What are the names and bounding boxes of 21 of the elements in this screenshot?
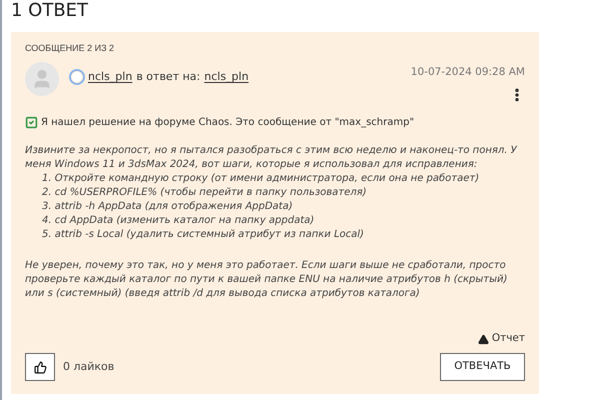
step-text: 2. cd %USERPROFILE% (чтобы перейти в папку пользователя) xyxy=(42,186,368,200)
solution-note: Я нашел решение на форуме Chaos. Это сообщение от "max_schramp" xyxy=(41,116,414,130)
reply-to-link[interactable]: ncls_pln xyxy=(204,69,249,86)
timestamp: 10-07-2024 09:28 AM xyxy=(410,65,525,80)
like-button[interactable] xyxy=(25,353,55,381)
rank-icon xyxy=(69,69,85,86)
step-text: 4. cd AppData (изменить каталог на папку appdata) xyxy=(42,214,316,228)
like-count: 0 лайков xyxy=(63,358,114,375)
reply-button[interactable]: ОТВЕЧАТЬ xyxy=(440,353,525,381)
intro-paragraph: Извините за некропост, но я пытался разобраться с этим всю неделю и наконец-то понял. У меня Windows 11 и 3dsMax 2024, вот шаги, которые я использовал для исправления: xyxy=(25,144,518,172)
report-link[interactable]: Отчет xyxy=(478,331,525,347)
warning-icon xyxy=(478,334,489,345)
step-text: 3. attrib -h AppData (для отображения AppData) xyxy=(42,200,294,214)
step-text: 5. attrib -s Local (удалить системный атрибут из папки Local) xyxy=(42,228,365,242)
message-counter: СООБЩЕНИЕ 2 ИЗ 2 xyxy=(25,42,116,54)
outro-paragraph: Не уверен, почему это так, но у меня это работает. Если шаги выше не сработали, просто проверьте каждый каталог по пути к вашей папке ENU на наличие атрибутов h (скрытый) или s (системный) (введя attrib /d для вывода списка атрибутов каталога) xyxy=(25,258,508,301)
answers-heading: 1 ОТВЕТ xyxy=(11,0,90,23)
author-link[interactable]: ncls_pln xyxy=(88,69,132,86)
reply-label: в ответ на: xyxy=(136,69,200,85)
thumbs-up-icon xyxy=(34,360,46,374)
step-text: 1. Откройте командную строку (от имени администратора, если она не работает) xyxy=(42,172,480,186)
